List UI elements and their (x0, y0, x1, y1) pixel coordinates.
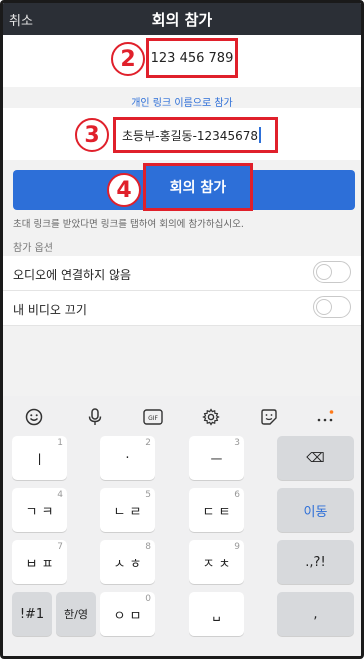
key-1[interactable]: 1ㅣ (12, 436, 67, 480)
key-6[interactable]: 6ㄷ ㅌ (189, 488, 244, 532)
no-audio-toggle[interactable] (313, 261, 351, 283)
key-7[interactable]: 7ㅂ ㅍ (12, 540, 67, 584)
symbol-key[interactable]: !#1 (12, 592, 52, 636)
key-label: !#1 (19, 606, 45, 622)
more-icon[interactable] (314, 406, 336, 428)
step-badge-2: 2 (111, 42, 145, 76)
language-switch-key[interactable]: 한/영 (56, 592, 96, 636)
option-label: 내 비디오 끄기 (13, 303, 87, 317)
toggle-knob (316, 264, 332, 280)
key-label: ㄷ ㅌ (202, 504, 231, 520)
key-label: , (313, 606, 318, 622)
key-label: ㅇ ㅁ (113, 608, 142, 624)
key-3[interactable]: 3ㅡ (189, 436, 244, 480)
video-off-toggle[interactable] (313, 296, 351, 318)
step-badge-4: 4 (107, 173, 141, 207)
key-number: 4 (57, 490, 63, 500)
toggle-knob (316, 299, 332, 315)
display-name-input[interactable]: 초등부-홍길동-12345678 (113, 117, 278, 153)
text-caret (258, 127, 261, 143)
option-video-off: 내 비디오 끄기 (3, 291, 361, 326)
key-9[interactable]: 9ㅈ ㅊ (189, 540, 244, 584)
phone-screen: 취소 회의 참가 2 123 456 789 개인 링크 이름으로 참가 3 초… (0, 0, 364, 659)
key-number: 6 (234, 490, 240, 500)
backspace-key[interactable]: ⌫ (277, 436, 354, 480)
key-number: 1 (57, 438, 63, 448)
key-label: ㅡ (210, 452, 223, 468)
key-number: 7 (57, 542, 63, 552)
smiley-icon[interactable] (23, 406, 45, 428)
options-section-label: 참가 옵션 (13, 243, 53, 254)
key-number: 0 (145, 594, 151, 604)
key-8[interactable]: 8ㅅ ㅎ (100, 540, 155, 584)
key-5[interactable]: 5ㄴ ㄹ (100, 488, 155, 532)
option-no-audio: 오디오에 연결하지 않음 (3, 256, 361, 291)
step-badge-3: 3 (75, 118, 109, 152)
key-label: .,?! (305, 554, 326, 570)
key-4[interactable]: 4ㄱ ㅋ (12, 488, 67, 532)
space-icon: ␣ (212, 606, 221, 622)
key-label: ㅂ ㅍ (25, 556, 54, 572)
key-number: 5 (145, 490, 151, 500)
key-label: ㄴ ㄹ (113, 504, 142, 520)
gif-text: GIF (148, 415, 158, 422)
key-2[interactable]: 2 · (100, 436, 155, 480)
key-number: 8 (145, 542, 151, 552)
meeting-id-input[interactable]: 123 456 789 (146, 38, 238, 78)
comma-key[interactable]: , (277, 592, 354, 636)
key-number: 9 (234, 542, 240, 552)
join-meeting-button[interactable]: 회의 참가 (143, 163, 253, 211)
key-label: ㅣ (33, 452, 46, 468)
move-key[interactable]: 이동 (277, 488, 354, 532)
key-number: 2 (145, 438, 151, 448)
keyboard: GIF 1ㅣ 2 · 3ㅡ ⌫ 4ㄱ ㅋ 5ㄴ ㄹ 6ㄷ ㅌ 이동 7ㅂ ㅍ 8ㅅ… (3, 396, 361, 656)
gif-icon[interactable]: GIF (142, 406, 164, 428)
key-label: 한/영 (64, 608, 88, 621)
top-bar: 취소 회의 참가 (3, 3, 361, 35)
meeting-id-row: 2 123 456 789 (3, 35, 361, 87)
page-title: 회의 참가 (151, 11, 213, 29)
mic-icon[interactable] (84, 406, 106, 428)
key-label: ㄱ ㅋ (25, 504, 54, 520)
space-key[interactable]: ␣ (189, 592, 244, 636)
gear-icon[interactable] (200, 406, 222, 428)
display-name-row: 3 초등부-홍길동-12345678 (3, 108, 361, 160)
key-0[interactable]: 0ㅇ ㅁ (100, 592, 155, 636)
key-label: ㅅ ㅎ (113, 556, 142, 572)
personal-link-option[interactable]: 개인 링크 이름으로 참가 (3, 94, 361, 109)
punctuation-key[interactable]: .,?! (277, 540, 354, 584)
keyboard-toolbar: GIF (3, 396, 361, 438)
sticker-icon[interactable] (258, 406, 280, 428)
key-label: ㅈ ㅊ (202, 556, 231, 572)
display-name-value: 초등부-홍길동-12345678 (122, 128, 258, 143)
backspace-icon: ⌫ (306, 450, 325, 466)
key-label: · (125, 450, 130, 466)
key-number: 3 (234, 438, 240, 448)
option-label: 오디오에 연결하지 않음 (13, 268, 132, 282)
invite-hint: 초대 링크를 받았다면 링크를 탭하여 회의에 참가하십시오. (13, 219, 244, 230)
key-label: 이동 (303, 504, 328, 520)
